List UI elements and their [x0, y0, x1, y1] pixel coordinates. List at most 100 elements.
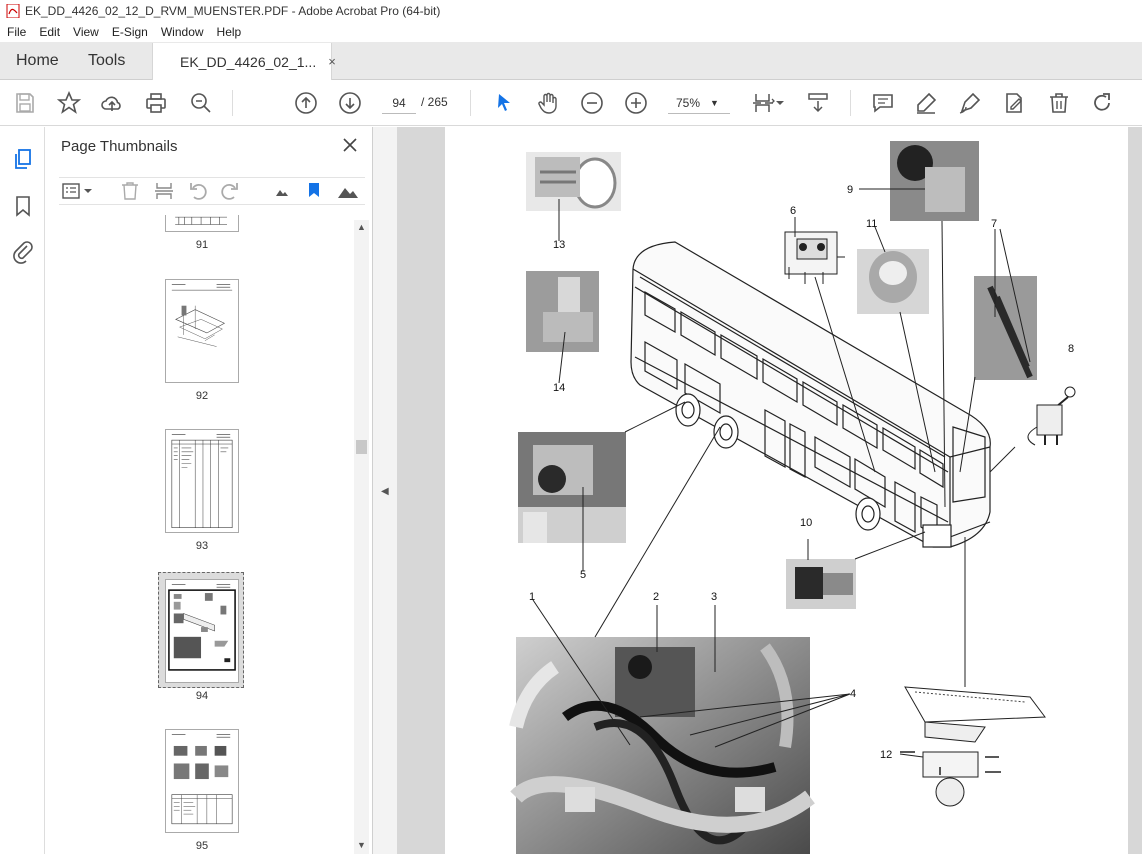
- page-preview: [168, 584, 236, 671]
- menu-esign[interactable]: E-Sign: [105, 25, 154, 39]
- toolbar-divider: [232, 90, 233, 116]
- panel-splitter[interactable]: ◀: [373, 127, 397, 854]
- rotate-left-icon[interactable]: [187, 180, 209, 202]
- document-viewport[interactable]: 13 14 5 9 6 11 7 8 10 12 1 2 3 4: [397, 127, 1142, 854]
- highlight-pen-icon[interactable]: [914, 91, 938, 115]
- callout-14: 14: [553, 382, 566, 394]
- tab-bar: Home Tools EK_DD_4426_02_1... ×: [0, 42, 1142, 80]
- valve-6: [784, 231, 845, 284]
- page-thumbnails-icon[interactable]: [11, 147, 35, 171]
- thumbnail-scrollbar[interactable]: ▲ ▼: [354, 220, 369, 854]
- title-bar: EK_DD_4426_02_12_D_RVM_MUENSTER.PDF - Ad…: [0, 0, 1142, 22]
- bus-illustration: [630, 241, 991, 548]
- page-fit-dropdown-icon[interactable]: [775, 91, 785, 115]
- page-fit-icon[interactable]: [752, 91, 776, 115]
- thumbnail-smaller-icon[interactable]: [271, 180, 293, 202]
- menu-window[interactable]: Window: [154, 25, 210, 39]
- next-page-icon[interactable]: [338, 91, 362, 115]
- page-preview: [171, 734, 233, 825]
- fill-sign-icon[interactable]: [1002, 91, 1026, 115]
- thumbnails-panel: Page Thumbnails 91 92 93 94 95: [45, 127, 373, 854]
- zoom-value: 75%: [676, 95, 701, 110]
- thumbnail-label: 91: [195, 239, 209, 251]
- window-title: EK_DD_4426_02_12_D_RVM_MUENSTER.PDF - Ad…: [25, 4, 441, 18]
- save-icon[interactable]: [13, 91, 37, 115]
- thumbnail-larger-icon[interactable]: [337, 180, 359, 202]
- left-navigation-rail: [0, 127, 45, 854]
- thumbnail-page-92[interactable]: [165, 279, 239, 383]
- callout-11: 11: [866, 218, 878, 230]
- menu-edit[interactable]: Edit: [32, 25, 66, 39]
- cloud-upload-icon[interactable]: [100, 91, 124, 115]
- page-preview: [171, 284, 233, 347]
- scroll-up-icon[interactable]: ▲: [357, 222, 366, 232]
- menu-help[interactable]: Help: [210, 25, 248, 39]
- page-number-input[interactable]: [382, 92, 416, 114]
- menu-file[interactable]: File: [0, 25, 32, 39]
- thumbnail-label: 93: [195, 540, 209, 552]
- redo-icon[interactable]: [1090, 91, 1114, 115]
- thumbnail-page-91[interactable]: [165, 215, 239, 232]
- tab-close-icon[interactable]: ×: [328, 54, 336, 69]
- delete-page-icon[interactable]: [119, 180, 141, 202]
- pdf-page: 13 14 5 9 6 11 7 8 10 12 1 2 3 4: [445, 127, 1128, 854]
- toolbar-divider: [850, 90, 851, 116]
- close-icon[interactable]: [341, 136, 359, 154]
- menu-bar: File Edit View E-Sign Window Help: [0, 22, 1142, 42]
- bookmarks-icon[interactable]: [11, 194, 35, 218]
- page-total: / 265: [421, 95, 448, 109]
- component-8: [1027, 386, 1076, 446]
- attachments-icon[interactable]: [11, 240, 35, 264]
- callout-12: 12: [880, 749, 893, 761]
- thumbnail-label: 92: [195, 390, 209, 402]
- chevron-down-icon[interactable]: [83, 180, 93, 202]
- scroll-down-icon[interactable]: ▼: [357, 840, 366, 850]
- thumbnail-label: 94: [195, 690, 209, 702]
- zoom-in-icon[interactable]: [624, 91, 648, 115]
- delete-icon[interactable]: [1047, 91, 1071, 115]
- panel-title: Page Thumbnails: [61, 138, 178, 155]
- callout-1: 1: [529, 591, 536, 603]
- callout-2: 2: [653, 591, 660, 603]
- hand-tool-icon[interactable]: [536, 91, 560, 115]
- bookmark-star-icon[interactable]: [56, 90, 82, 115]
- comment-icon[interactable]: [871, 91, 895, 115]
- menu-view[interactable]: View: [66, 25, 105, 39]
- main-toolbar: / 265 75% ▼: [0, 80, 1142, 126]
- callout-5: 5: [580, 569, 587, 581]
- callout-9: 9: [847, 184, 854, 196]
- thumbnail-toolbar: [59, 177, 365, 205]
- page-preview: [171, 434, 233, 528]
- callout-3: 3: [711, 591, 718, 603]
- zoom-select[interactable]: 75% ▼: [668, 92, 730, 114]
- callout-10: 10: [800, 517, 813, 529]
- thumbnail-label: 95: [195, 840, 209, 852]
- callout-8: 8: [1068, 343, 1075, 355]
- thumbnail-page-93[interactable]: [165, 429, 239, 533]
- thumbnail-page-94[interactable]: [165, 579, 239, 683]
- tab-tools[interactable]: Tools: [72, 42, 152, 79]
- extract-pages-icon[interactable]: [153, 180, 175, 202]
- draw-pen-icon[interactable]: [958, 91, 982, 115]
- tab-home[interactable]: Home: [0, 42, 72, 79]
- callout-4: 4: [850, 688, 857, 700]
- scrollbar-thumb[interactable]: [356, 440, 367, 454]
- scroll-mode-icon[interactable]: [806, 91, 830, 115]
- print-icon[interactable]: [144, 91, 168, 115]
- tab-document-label: EK_DD_4426_02_1...: [180, 53, 317, 70]
- rotate-right-icon[interactable]: [219, 180, 241, 202]
- bookmark-marker-icon[interactable]: [303, 180, 325, 202]
- zoom-out-icon[interactable]: [580, 91, 604, 115]
- page-preview: [175, 216, 227, 225]
- callout-13: 13: [553, 239, 566, 251]
- previous-page-icon[interactable]: [294, 91, 318, 115]
- search-icon[interactable]: [189, 91, 213, 115]
- acrobat-pdf-icon: [6, 4, 20, 18]
- thumbnail-page-95[interactable]: [165, 729, 239, 833]
- collapse-panel-icon[interactable]: ◀: [381, 486, 389, 497]
- callout-7: 7: [991, 218, 998, 230]
- options-menu-icon[interactable]: [61, 180, 83, 202]
- thumbnail-list: 91 92 93 94 95: [59, 215, 359, 854]
- select-cursor-icon[interactable]: [492, 91, 516, 115]
- tab-document[interactable]: EK_DD_4426_02_1... ×: [152, 43, 336, 80]
